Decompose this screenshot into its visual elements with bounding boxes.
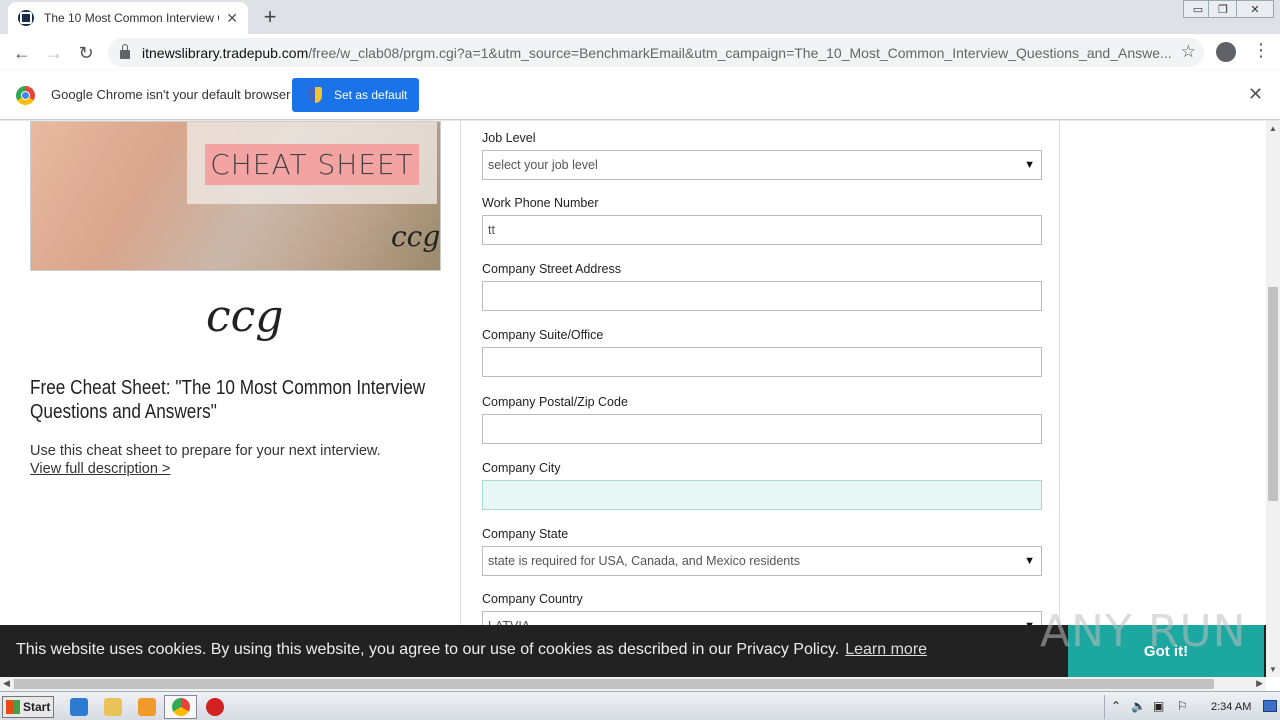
- network-icon[interactable]: ▣: [1153, 699, 1167, 713]
- field-label: Company State: [482, 527, 569, 541]
- default-browser-infobar: Google Chrome isn't your default browser…: [0, 70, 1280, 120]
- asset-title: Free Cheat Sheet: "The 10 Most Common In…: [30, 377, 426, 423]
- browser-tab[interactable]: The 10 Most Common Interview Que ✕: [8, 2, 248, 34]
- address-bar[interactable]: itnewslibrary.tradepub.com/free/w_clab08…: [108, 38, 1204, 67]
- suite-office-input[interactable]: [482, 347, 1042, 377]
- windows-taskbar: Start ⌃ 🔈 ▣ ⚐ 2:34 AM: [0, 691, 1280, 720]
- window-close-button[interactable]: ✕: [1236, 0, 1274, 18]
- system-tray: ⌃ 🔈 ▣ ⚐ 2:34 AM: [1104, 695, 1280, 719]
- field-label: Company Street Address: [482, 262, 621, 276]
- field-label: Company Country: [482, 592, 583, 606]
- tab-title: The 10 Most Common Interview Que: [44, 11, 219, 25]
- scroll-down-icon[interactable]: ▼: [1269, 665, 1277, 674]
- city-input[interactable]: [482, 480, 1042, 510]
- scroll-left-icon[interactable]: ◀: [3, 678, 10, 689]
- vertical-scrollbar[interactable]: ▲ ▼: [1266, 121, 1280, 677]
- start-button[interactable]: Start: [2, 696, 54, 718]
- volume-icon[interactable]: 🔈: [1131, 699, 1146, 713]
- work-phone-input[interactable]: tt: [482, 215, 1042, 245]
- file-explorer-icon[interactable]: [104, 698, 122, 716]
- horizontal-scrollbar[interactable]: ◀ ▶: [0, 677, 1266, 691]
- view-full-description-link[interactable]: View full description >: [30, 461, 170, 477]
- field-label: Company City: [482, 461, 561, 475]
- postal-code-input[interactable]: [482, 414, 1042, 444]
- bookmark-star-icon[interactable]: ☆: [1181, 42, 1196, 62]
- scrollbar-thumb[interactable]: [1268, 287, 1278, 501]
- work-phone-field: Work Phone Number tt: [482, 196, 1042, 245]
- cookie-message: This website uses cookies. By using this…: [16, 641, 928, 658]
- scroll-up-icon[interactable]: ▲: [1269, 124, 1277, 133]
- street-address-input[interactable]: [482, 281, 1042, 311]
- uac-shield-icon: [308, 87, 322, 103]
- windows-logo-icon: [6, 700, 20, 714]
- learn-more-link[interactable]: Learn more: [845, 641, 927, 658]
- reload-icon[interactable]: ↻: [74, 41, 98, 65]
- media-player-icon[interactable]: [138, 698, 156, 716]
- chrome-menu-icon[interactable]: ⋮: [1252, 40, 1270, 61]
- show-desktop-icon[interactable]: [1263, 700, 1277, 712]
- job-level-select[interactable]: select your job level ▼: [482, 150, 1042, 180]
- set-as-default-label: Set as default: [334, 88, 408, 102]
- hero-banner-text: CHEAT SHEET: [205, 144, 419, 185]
- restore-button[interactable]: ❐: [1208, 0, 1238, 18]
- field-label: Job Level: [482, 131, 536, 145]
- forward-arrow-icon[interactable]: →: [42, 41, 66, 65]
- street-address-field: Company Street Address: [482, 262, 1042, 311]
- tray-expand-icon[interactable]: ⌃: [1111, 699, 1125, 713]
- asset-hero-image: CHEAT SHEET ccg: [30, 121, 441, 271]
- security-app-icon[interactable]: [206, 698, 224, 716]
- action-center-flag-icon[interactable]: ⚐: [1177, 699, 1191, 713]
- tab-close-icon[interactable]: ✕: [226, 10, 238, 27]
- infobar-message: Google Chrome isn't your default browser: [51, 87, 291, 102]
- profile-avatar-icon[interactable]: [1216, 42, 1236, 62]
- chrome-taskbar-button[interactable]: [164, 695, 197, 719]
- browser-toolbar: ← → ↻ itnewslibrary.tradepub.com/free/w_…: [0, 34, 1280, 70]
- job-level-field: Job Level select your job level ▼: [482, 131, 1042, 180]
- back-arrow-icon[interactable]: ←: [10, 41, 34, 65]
- state-select[interactable]: state is required for USA, Canada, and M…: [482, 546, 1042, 576]
- taskbar-clock[interactable]: 2:34 AM: [1211, 701, 1251, 713]
- scroll-right-icon[interactable]: ▶: [1256, 678, 1263, 689]
- postal-code-field: Company Postal/Zip Code: [482, 395, 1042, 444]
- chrome-logo-icon: [16, 86, 35, 105]
- infobar-close-icon[interactable]: ✕: [1248, 84, 1263, 105]
- publisher-logo: ccg: [206, 291, 284, 342]
- state-field: Company State state is required for USA,…: [482, 527, 1042, 576]
- suite-office-field: Company Suite/Office: [482, 328, 1042, 377]
- field-label: Work Phone Number: [482, 196, 599, 210]
- chrome-icon: [172, 698, 190, 716]
- set-as-default-button[interactable]: Set as default: [292, 78, 419, 112]
- anyrun-watermark: ANY RUN: [1040, 606, 1247, 657]
- url-text[interactable]: itnewslibrary.tradepub.com/free/w_clab08…: [142, 45, 1172, 61]
- tab-strip: The 10 Most Common Interview Que ✕ + ▭ ❐…: [0, 0, 1280, 34]
- registration-form: Job Level select your job level ▼ Work P…: [460, 121, 1060, 677]
- site-favicon-icon: [18, 10, 34, 26]
- field-label: Company Postal/Zip Code: [482, 395, 628, 409]
- new-tab-button[interactable]: +: [258, 4, 282, 30]
- dropdown-arrow-icon: ▼: [1024, 555, 1035, 567]
- hero-signature: ccg: [391, 220, 441, 253]
- dropdown-arrow-icon: ▼: [1024, 159, 1035, 171]
- internet-explorer-icon[interactable]: [70, 698, 88, 716]
- scrollbar-thumb[interactable]: [14, 679, 1214, 689]
- field-label: Company Suite/Office: [482, 328, 604, 342]
- city-field: Company City: [482, 461, 1042, 510]
- lock-icon: [120, 44, 130, 59]
- page-viewport: CHEAT SHEET ccg ccg Free Cheat Sheet: "T…: [0, 121, 1266, 677]
- asset-description: Use this cheat sheet to prepare for your…: [30, 443, 381, 459]
